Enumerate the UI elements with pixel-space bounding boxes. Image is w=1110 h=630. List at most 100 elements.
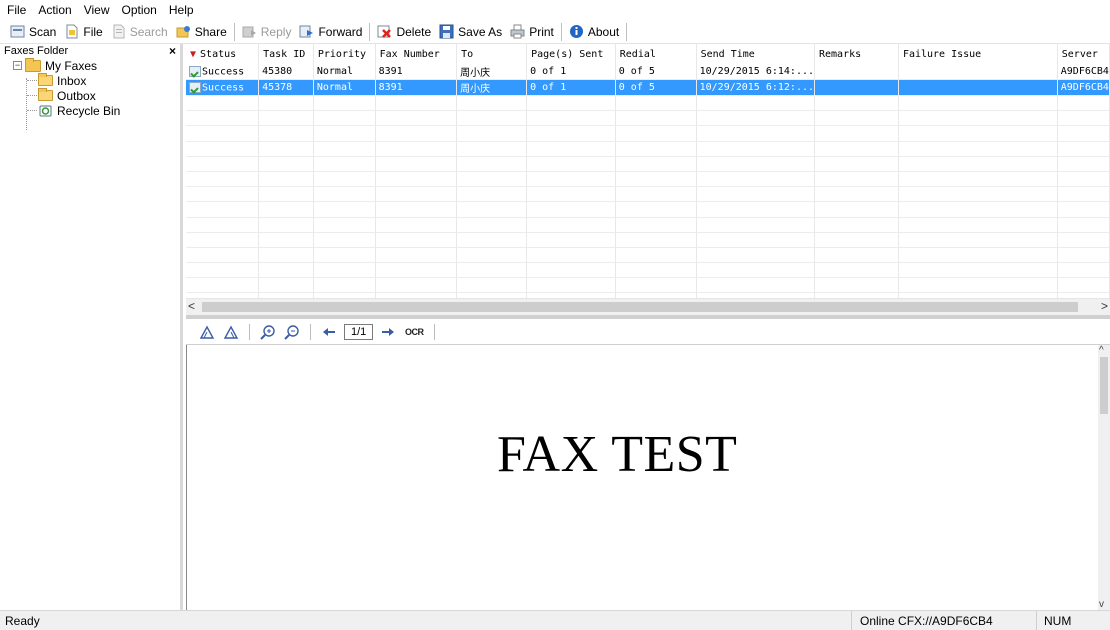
zoom-in-icon[interactable]: [259, 323, 277, 341]
toolbar-separator: [249, 323, 250, 340]
table-row[interactable]: Success 45380 Normal 8391 周小庆 0 of 1 0 o…: [186, 64, 1110, 80]
fax-list: ▼ Status Task ID Priority Fax Number To P…: [186, 44, 1110, 300]
scrollbar-thumb[interactable]: [202, 302, 1078, 312]
tree-item-recycle-bin[interactable]: Recycle Bin: [0, 103, 180, 118]
cell-priority: Normal: [313, 64, 376, 80]
recycle-bin-icon: [38, 104, 53, 117]
scroll-right-arrow-icon[interactable]: >: [1101, 299, 1108, 313]
table-row-empty: [186, 217, 1110, 233]
column-fax-number[interactable]: Fax Number: [375, 44, 458, 64]
scanner-icon: [10, 24, 25, 39]
menu-view[interactable]: View: [84, 3, 110, 17]
menu-file[interactable]: File: [7, 3, 26, 17]
fax-preview: FAX TEST: [186, 345, 1098, 610]
delete-label: Delete: [396, 24, 432, 39]
forward-icon: [299, 24, 314, 39]
rotate-left-icon[interactable]: [198, 323, 216, 341]
success-icon: [189, 65, 201, 77]
flag-icon: ▼: [190, 48, 197, 60]
previous-page-icon[interactable]: [320, 323, 338, 341]
share-label: Share: [194, 24, 227, 39]
search-icon: [111, 24, 126, 39]
table-header: ▼ Status Task ID Priority Fax Number To P…: [186, 44, 1110, 64]
scroll-down-arrow-icon[interactable]: v: [1099, 599, 1104, 610]
forward-label: Forward: [318, 24, 363, 39]
cell-server: A9DF6CB4: [1057, 64, 1110, 80]
share-button[interactable]: Share: [172, 22, 231, 42]
tree-item-label: Recycle Bin: [57, 103, 121, 118]
column-status[interactable]: ▼ Status: [186, 44, 260, 64]
column-redial[interactable]: Redial: [615, 44, 697, 64]
cell-remarks: [814, 64, 899, 80]
next-page-icon[interactable]: [379, 323, 397, 341]
column-remarks[interactable]: Remarks: [814, 44, 899, 64]
vertical-scrollbar[interactable]: ^ v: [1098, 345, 1110, 610]
tree-item-my-faxes[interactable]: − My Faxes: [0, 57, 180, 73]
ocr-button[interactable]: OCR: [403, 323, 425, 341]
tree-item-outbox[interactable]: Outbox: [0, 88, 180, 103]
search-button[interactable]: Search: [107, 22, 172, 42]
toolbar-separator: [310, 323, 311, 340]
table-row-empty: [186, 186, 1110, 203]
viewer-toolbar: 1/1 OCR: [186, 319, 1110, 345]
success-icon: [189, 81, 201, 93]
column-task-id[interactable]: Task ID: [258, 44, 314, 64]
column-pages-sent[interactable]: Page(s) Sent: [526, 44, 616, 64]
cell-task-id: 45380: [258, 64, 314, 80]
scan-button[interactable]: Scan: [6, 22, 60, 42]
save-as-button[interactable]: Save As: [435, 22, 506, 42]
menu-help[interactable]: Help: [169, 3, 194, 17]
toolbar-separator: [434, 323, 436, 340]
delete-button[interactable]: Delete: [373, 22, 435, 42]
cell-to: 周小庆: [456, 64, 528, 80]
cell-to: 周小庆: [456, 79, 528, 96]
reply-button[interactable]: Reply: [238, 22, 296, 42]
table-row-empty: [186, 247, 1110, 264]
about-button[interactable]: About: [565, 22, 623, 42]
page-indicator[interactable]: 1/1: [344, 323, 374, 340]
column-server[interactable]: Server: [1057, 44, 1110, 64]
faxes-folder-pane: Faxes Folder × − My Faxes Inbox Outbox R…: [0, 44, 183, 610]
delete-icon: [377, 24, 392, 39]
outbox-folder-icon: [38, 88, 53, 101]
forward-button[interactable]: Forward: [295, 22, 366, 42]
horizontal-scrollbar[interactable]: < >: [186, 298, 1110, 315]
toolbar-separator: [560, 22, 562, 41]
status-text: Ready: [5, 614, 40, 628]
info-icon: [569, 24, 584, 39]
print-button[interactable]: Print: [506, 22, 558, 42]
search-label: Search: [129, 24, 168, 39]
table-row[interactable]: Success 45378 Normal 8391 周小庆 0 of 1 0 o…: [186, 79, 1110, 96]
fax-content: FAX TEST: [497, 426, 738, 483]
close-icon[interactable]: ×: [169, 44, 176, 58]
scroll-up-arrow-icon[interactable]: ^: [1099, 345, 1104, 356]
cell-task-id: 45378: [258, 79, 314, 96]
cell-failure-issue: [898, 64, 1058, 80]
column-priority[interactable]: Priority: [313, 44, 376, 64]
toolbar: Scan File Search Share Reply Forward Del…: [0, 20, 1110, 44]
cell-send-time: 10/29/2015 6:14:...: [696, 64, 816, 80]
scan-label: Scan: [29, 24, 57, 39]
file-label: File: [83, 24, 103, 39]
column-to[interactable]: To: [456, 44, 528, 64]
file-button[interactable]: File: [60, 22, 106, 42]
cell-remarks: [814, 79, 899, 96]
zoom-out-icon[interactable]: [283, 323, 301, 341]
inbox-folder-icon: [38, 73, 53, 86]
column-failure-issue[interactable]: Failure Issue: [898, 44, 1058, 64]
collapse-icon[interactable]: −: [13, 61, 22, 70]
tree-item-inbox[interactable]: Inbox: [0, 73, 180, 88]
menu-option[interactable]: Option: [122, 3, 157, 17]
tree-item-label: Outbox: [57, 88, 96, 103]
scrollbar-thumb[interactable]: [1100, 357, 1108, 414]
table-row-empty: [186, 156, 1110, 172]
menu-bar: File Action View Option Help: [0, 0, 1110, 20]
folder-icon: [25, 57, 41, 72]
scroll-left-arrow-icon[interactable]: <: [188, 299, 195, 313]
rotate-right-icon[interactable]: [222, 323, 240, 341]
menu-action[interactable]: Action: [38, 3, 71, 17]
cell-redial: 0 of 5: [615, 64, 697, 80]
cell-fax-number: 8391: [375, 64, 458, 80]
fax-table: ▼ Status Task ID Priority Fax Number To P…: [186, 44, 1110, 300]
column-send-time[interactable]: Send Time: [696, 44, 816, 64]
